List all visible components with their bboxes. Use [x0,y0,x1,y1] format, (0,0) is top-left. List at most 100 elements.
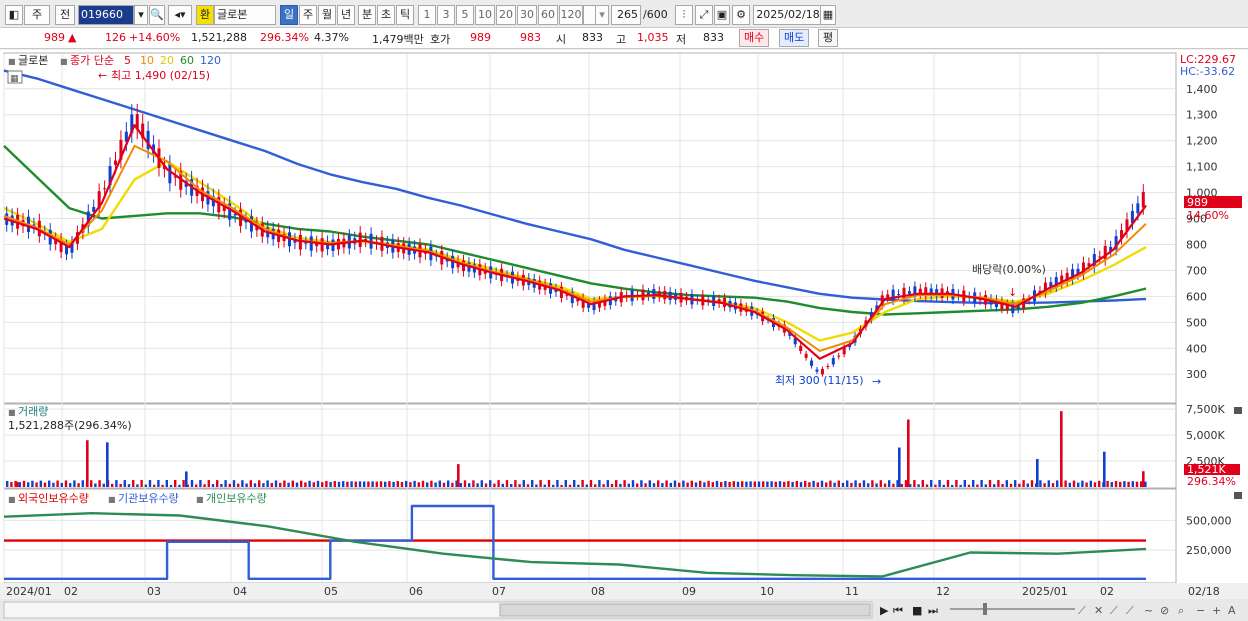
avg-button[interactable]: 평 [818,29,839,47]
volume-bar [350,481,353,487]
speaker-icon[interactable]: ◂▾ [168,5,192,25]
ruler-icon[interactable]: ⟋ [1126,604,1134,617]
dividend-arrow-icon: ↓ [1008,286,1017,299]
tab-tick[interactable]: 틱 [396,5,414,25]
volume-bar [619,483,622,487]
volume-bar [1110,482,1113,487]
font-size-icon[interactable]: A [1228,604,1236,617]
date-input[interactable]: 2025/02/18 [753,5,823,25]
trend-line-icon[interactable]: ⟋ [1078,604,1086,617]
volume-bar [552,484,555,487]
scroll-last-icon[interactable]: ⏭ [928,604,938,617]
volume-spike-bar [1060,411,1063,487]
scroll-right-icon[interactable]: ▶ [880,604,889,617]
tab-day[interactable]: 일 [280,5,298,25]
magnifier-icon[interactable]: ⌕ [1178,604,1184,617]
search-icon[interactable]: 🔍 [149,5,165,25]
legend-bullet-icon: ■ [8,408,16,417]
volume-bar [270,483,273,487]
volume-bar [73,480,76,487]
volume-bar [636,483,639,487]
zoom-in-icon[interactable]: + [1212,604,1221,617]
legend-ma5[interactable]: 5 [124,54,131,67]
price-tick-label: 1,300 [1186,109,1218,122]
candle-type-icon[interactable]: ⫶ [675,5,693,25]
minute-120[interactable]: 120 [559,5,583,25]
volume-bar [182,480,185,487]
crosshair-icon[interactable]: ⤢ [695,5,713,25]
minute-30[interactable]: 30 [517,5,537,25]
volume-bar [1030,480,1034,487]
legend-institution[interactable]: 기관보유수량 [118,492,179,505]
crosshair-line-icon[interactable]: ✕ [1094,604,1103,617]
type-select[interactable]: 주 [24,5,50,25]
stock-name-field[interactable]: 글로본 [214,5,276,25]
ellipse-icon[interactable]: ⊘ [1160,604,1169,617]
legend-ma120[interactable]: 120 [200,54,221,67]
tab-minute[interactable]: 분 [358,5,376,25]
volume-bar [472,480,475,487]
scroll-first-icon[interactable]: ⏮ [893,604,903,617]
volume-bar [228,483,231,487]
legend-foreign[interactable]: 외국인보유수량 [18,492,89,505]
volume-bar [484,483,488,487]
wave-icon[interactable]: ~ [1144,604,1153,617]
volume-bar [728,481,731,487]
price-tick-label: 500 [1186,316,1207,329]
legend-prefix[interactable]: 종가 단순 [70,54,114,67]
tab-second[interactable]: 초 [377,5,395,25]
draw-tool-icon[interactable]: ⟋ [1110,604,1118,617]
turnover: 4.37% [314,31,349,44]
tab-week[interactable]: 주 [299,5,317,25]
zoom-out-icon[interactable]: − [1196,604,1205,617]
volume-bar [321,482,324,487]
volume-bar [258,480,261,487]
panel-title[interactable]: 글로본 [18,54,48,67]
stop-icon[interactable]: ■ [912,604,922,617]
code-dropdown-icon[interactable]: ▾ [134,5,148,25]
minute-10[interactable]: 10 [475,5,495,25]
legend-ma20[interactable]: 20 [160,54,174,67]
minute-1[interactable]: 1 [418,5,436,25]
gear-icon[interactable]: ⚙ [732,5,750,25]
bar-count-input[interactable]: 265 [611,5,641,25]
hc-label: HC:-33.62 [1180,65,1235,78]
candle-body [652,289,656,300]
ask-price: 989 [470,31,491,44]
legend-bullet-icon: ■ [196,495,204,504]
legend-individual[interactable]: 개인보유수량 [206,492,267,505]
legend-ma10[interactable]: 10 [140,54,154,67]
volume-title[interactable]: 거래량 [18,405,48,418]
tab-month[interactable]: 월 [318,5,336,25]
scrollbar-thumb[interactable] [499,603,871,617]
save-icon[interactable]: ▣ [714,5,730,25]
hoga-label: 호가 [430,33,451,46]
chart-area[interactable]: 3004005006007008009001,0001,1001,2001,30… [0,50,1248,621]
tab-year[interactable]: 년 [337,5,355,25]
legend-ma60[interactable]: 60 [180,54,194,67]
zoom-slider-handle[interactable] [983,603,987,615]
prev-button[interactable]: 전 [55,5,75,25]
volume-panel-close-icon[interactable] [1234,407,1242,414]
holding-panel-close-icon[interactable] [1234,492,1242,499]
volume-bar [392,481,395,487]
volume-bar [556,480,559,487]
minute-20[interactable]: 20 [496,5,516,25]
sell-button[interactable]: 매도 [779,29,810,47]
buy-button[interactable]: 매수 [739,29,770,47]
stock-code-input[interactable]: 019660 [78,5,134,25]
volume-bar [795,480,798,487]
legend-bullet-icon: ■ [108,495,116,504]
volume-bar [879,480,882,487]
hwan-button[interactable]: 환 [196,5,214,25]
minute-3[interactable]: 3 [437,5,455,25]
minute-60[interactable]: 60 [538,5,558,25]
period-dropdown-icon[interactable]: ▾ [595,5,609,25]
minute-5[interactable]: 5 [456,5,474,25]
window-icon[interactable]: ◧ [5,5,23,25]
volume-bar [203,484,206,487]
low-label: 저 [676,33,687,46]
calendar-icon[interactable]: ▦ [820,5,836,25]
open-price: 833 [582,31,603,44]
volume-bar [980,480,983,487]
